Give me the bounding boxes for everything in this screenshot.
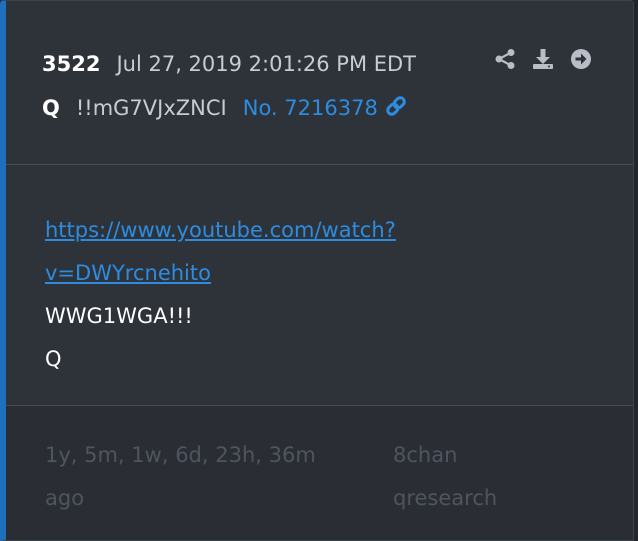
post-body: https://www.youtube.com/watch? v=DWYrcne… xyxy=(6,165,633,406)
youtube-link-part1[interactable]: https://www.youtube.com/watch? xyxy=(45,209,485,252)
post-footer: 1y, 5m, 1w, 6d, 23h, 36m ago 8chan qrese… xyxy=(6,406,633,540)
post-actions xyxy=(493,47,593,71)
download-icon[interactable] xyxy=(531,47,555,71)
board-site: 8chan xyxy=(393,443,458,467)
relative-time-line2: ago xyxy=(45,486,85,510)
relative-time-line1: 1y, 5m, 1w, 6d, 23h, 36m xyxy=(45,443,316,467)
post-timestamp: Jul 27, 2019 2:01:26 PM EDT xyxy=(116,52,417,76)
post-card: 3522 Jul 27, 2019 2:01:26 PM EDT Q !!mG7… xyxy=(0,0,634,541)
tripcode: !!mG7VJxZNCI xyxy=(75,96,227,120)
post-signature: Q xyxy=(45,347,62,371)
board-source: 8chan qresearch xyxy=(393,434,553,520)
post-meta-row: 3522 Jul 27, 2019 2:01:26 PM EDT xyxy=(42,45,416,83)
share-icon[interactable] xyxy=(493,47,517,71)
author-name: Q xyxy=(42,96,60,120)
link-icon[interactable] xyxy=(384,95,408,122)
post-number-link[interactable]: No. 7216378 xyxy=(243,95,408,122)
board-name: qresearch xyxy=(393,486,498,510)
post-number: 3522 xyxy=(42,52,101,76)
youtube-link-part2[interactable]: v=DWYrcnehito xyxy=(45,252,485,295)
post-header: 3522 Jul 27, 2019 2:01:26 PM EDT Q !!mG7… xyxy=(6,1,633,165)
arrow-circle-right-icon[interactable] xyxy=(569,47,593,71)
post-text-line: WWG1WGA!!! xyxy=(45,304,193,328)
post-text: https://www.youtube.com/watch? v=DWYrcne… xyxy=(45,209,485,381)
post-author-row: Q !!mG7VJxZNCI No. 7216378 xyxy=(42,89,408,127)
post-number-link-label[interactable]: No. 7216378 xyxy=(243,96,378,120)
relative-time: 1y, 5m, 1w, 6d, 23h, 36m ago xyxy=(45,434,365,520)
